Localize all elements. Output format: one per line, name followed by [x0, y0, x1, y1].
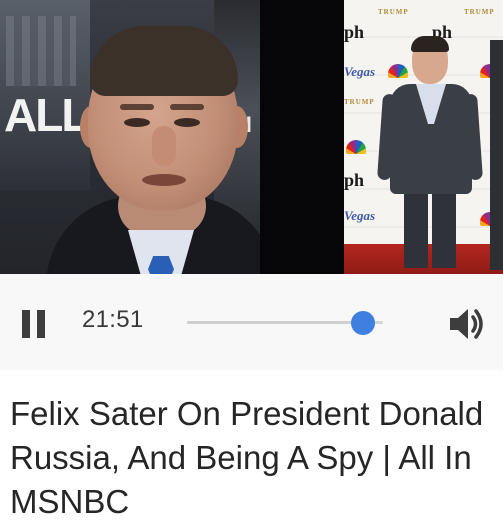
video-title-line: Felix Sater On President Donald — [10, 395, 484, 432]
seek-slider[interactable] — [187, 308, 383, 338]
volume-icon — [450, 309, 483, 339]
pause-button[interactable] — [14, 304, 54, 344]
video-title[interactable]: Felix Sater On President Donald Russia, … — [10, 392, 503, 522]
video-left-panel: ALL H — [0, 0, 260, 274]
guest-figure — [377, 36, 483, 268]
backdrop-logo: TRUMP — [344, 98, 375, 106]
video-title-line: MSNBC — [10, 483, 130, 520]
backdrop-logo: Vegas — [344, 208, 376, 223]
video-right-panel: TRUMP TRUMP ph ph Vegas TRUMP ph Vegas — [344, 0, 503, 274]
backdrop-logo: ph — [344, 170, 365, 190]
video-title-line: Russia, And Being A Spy | All In — [10, 439, 472, 476]
backdrop-logo: Vegas — [344, 64, 376, 79]
seek-thumb[interactable] — [351, 311, 376, 335]
backdrop-logo: ph — [344, 22, 365, 42]
interviewee-figure — [40, 26, 260, 274]
video-frame[interactable]: ALL H TRUMP TRUMP ph ph Vegas — [0, 0, 503, 274]
second-figure-edge — [490, 40, 503, 270]
backdrop-logo: TRUMP — [464, 8, 495, 16]
nbc-peacock-icon — [346, 140, 366, 154]
player-controls: 21:51 — [0, 274, 503, 370]
video-divider — [260, 0, 344, 274]
backdrop-logo: TRUMP — [378, 8, 409, 16]
seek-track-played — [187, 321, 364, 324]
volume-button[interactable] — [444, 302, 488, 346]
playback-time: 21:51 — [82, 306, 144, 333]
